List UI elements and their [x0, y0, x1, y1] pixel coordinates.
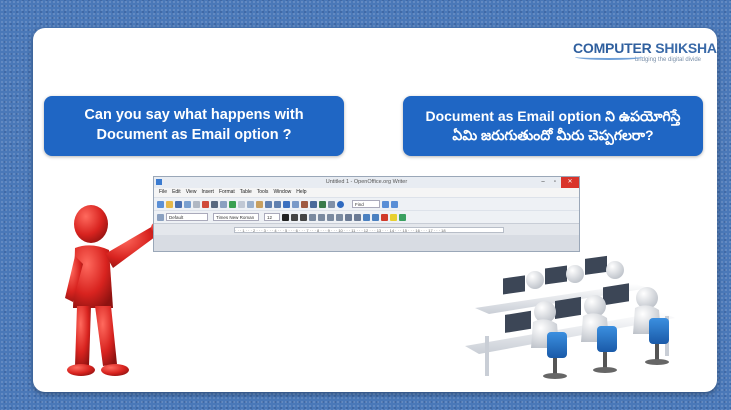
menu-edit[interactable]: Edit: [172, 188, 181, 197]
email-icon[interactable]: [184, 200, 191, 208]
paste-icon[interactable]: [256, 200, 263, 208]
font-name-select[interactable]: Times New Roman: [213, 213, 259, 221]
font-color-icon[interactable]: [381, 213, 388, 221]
increase-indent-icon[interactable]: [372, 213, 379, 221]
background-color-icon[interactable]: [399, 213, 406, 221]
align-left-icon[interactable]: [309, 213, 316, 221]
menu-window[interactable]: Window: [273, 188, 291, 197]
people-at-computers-icon: [465, 255, 675, 379]
menu-help[interactable]: Help: [296, 188, 306, 197]
logo-name-b: SHIKSHA: [651, 40, 717, 56]
page-preview-icon[interactable]: [220, 200, 227, 208]
align-center-icon[interactable]: [318, 213, 325, 221]
menu-table[interactable]: Table: [240, 188, 252, 197]
align-right-icon[interactable]: [327, 213, 334, 221]
menu-tools[interactable]: Tools: [257, 188, 269, 197]
redo-icon[interactable]: [274, 200, 281, 208]
writer-app-icon: [156, 179, 162, 185]
menu-file[interactable]: File: [159, 188, 167, 197]
export-pdf-icon[interactable]: [202, 200, 209, 208]
zoom-icon[interactable]: [328, 200, 335, 208]
question-telugu-line2: ఏమి జరుగుతుందో మీరు చెప్పగలరా?: [452, 127, 654, 143]
justify-icon[interactable]: [336, 213, 343, 221]
decrease-indent-icon[interactable]: [363, 213, 370, 221]
window-title: Untitled 1 - OpenOffice.org Writer: [325, 179, 408, 185]
highlighting-icon[interactable]: [390, 213, 397, 221]
italic-icon[interactable]: [291, 213, 298, 221]
new-icon[interactable]: [157, 200, 164, 208]
menu-bar: File Edit View Insert Format Table Tools…: [154, 188, 579, 197]
numbering-icon[interactable]: [345, 213, 352, 221]
logo-swoosh: [575, 54, 643, 60]
font-size-select[interactable]: 12: [264, 213, 280, 221]
save-icon[interactable]: [175, 200, 182, 208]
openoffice-writer-window: Untitled 1 - OpenOffice.org Writer – ▫ ✕…: [153, 176, 580, 252]
bullets-icon[interactable]: [354, 213, 361, 221]
print-icon[interactable]: [211, 200, 218, 208]
ruler: · · · 1 · · · 2 · · · 3 · · · 4 · · · 5 …: [154, 223, 579, 235]
question-english-line1: Can you say what happens with: [84, 107, 304, 124]
window-title-bar: Untitled 1 - OpenOffice.org Writer – ▫ ✕: [154, 177, 579, 188]
maximize-button[interactable]: ▫: [549, 177, 561, 188]
formatting-marks-icon[interactable]: [319, 200, 326, 208]
bold-icon[interactable]: [282, 213, 289, 221]
underline-icon[interactable]: [300, 213, 307, 221]
hyperlink-icon[interactable]: [283, 200, 290, 208]
minimize-button[interactable]: –: [537, 177, 549, 188]
find-previous-icon[interactable]: [391, 200, 398, 208]
gallery-icon[interactable]: [301, 200, 308, 208]
formatting-toolbar: Default Times New Roman 12: [154, 210, 579, 223]
menu-insert[interactable]: Insert: [201, 188, 214, 197]
computer-shiksha-logo: COMPUTER SHIKSHA bridging the digital di…: [573, 40, 717, 72]
undo-icon[interactable]: [265, 200, 272, 208]
menu-view[interactable]: View: [186, 188, 197, 197]
navigator-icon[interactable]: [310, 200, 317, 208]
close-button[interactable]: ✕: [561, 177, 579, 188]
edit-file-icon[interactable]: [193, 200, 200, 208]
standard-toolbar: Find: [154, 197, 579, 210]
styles-icon[interactable]: [157, 213, 164, 221]
open-icon[interactable]: [166, 200, 173, 208]
menu-format[interactable]: Format: [219, 188, 235, 197]
slide: COMPUTER SHIKSHA bridging the digital di…: [33, 28, 717, 392]
find-next-icon[interactable]: [382, 200, 389, 208]
copy-icon[interactable]: [247, 200, 254, 208]
table-icon[interactable]: [292, 200, 299, 208]
paragraph-style-select[interactable]: Default: [166, 213, 208, 221]
question-telugu-line1: Document as Email option ని ఉపయోగిస్తే: [425, 108, 681, 125]
question-english: Can you say what happens with Document a…: [44, 96, 344, 156]
question-english-line2: Document as Email option ?: [96, 127, 292, 143]
ruler-scale: · · · 1 · · · 2 · · · 3 · · · 4 · · · 5 …: [234, 227, 504, 233]
question-telugu: Document as Email option ని ఉపయోగిస్తే ఏ…: [403, 96, 703, 156]
cut-icon[interactable]: [238, 200, 245, 208]
find-input[interactable]: Find: [352, 200, 380, 208]
spellcheck-icon[interactable]: [229, 200, 236, 208]
help-icon[interactable]: [337, 200, 344, 208]
